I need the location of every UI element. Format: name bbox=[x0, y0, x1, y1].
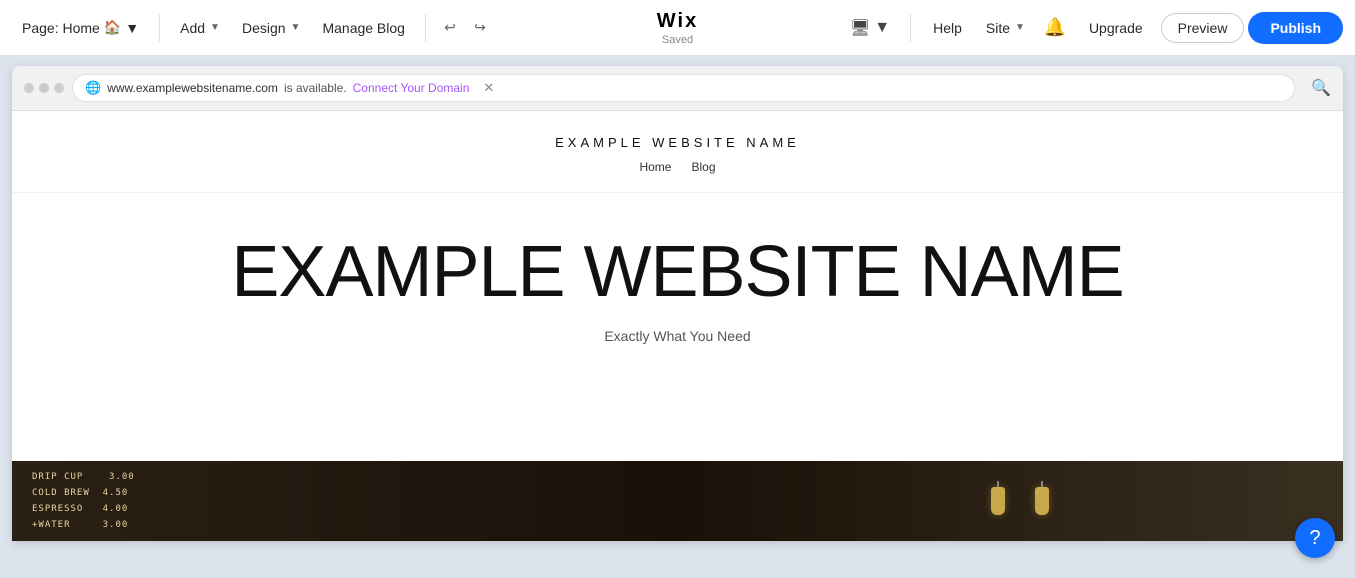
site-title-small: EXAMPLE WEBSITE NAME bbox=[12, 135, 1343, 150]
desktop-icon: 🖥 bbox=[850, 18, 870, 38]
help-button[interactable]: Help bbox=[923, 14, 972, 42]
fab-button[interactable]: ? bbox=[1295, 518, 1335, 558]
fab-icon: ? bbox=[1309, 527, 1320, 550]
page-chevron-icon: ▼ bbox=[125, 20, 139, 36]
undo-redo-group: ↩ ↪ bbox=[436, 14, 494, 42]
divider-2 bbox=[425, 14, 426, 42]
notifications-button[interactable]: 🔔 bbox=[1039, 12, 1071, 44]
site-button[interactable]: Site ▼ bbox=[976, 14, 1035, 42]
divider-3 bbox=[910, 14, 911, 42]
add-button[interactable]: Add ▼ bbox=[170, 14, 230, 42]
bell-icon: 🔔 bbox=[1044, 17, 1066, 38]
add-label: Add bbox=[180, 20, 205, 36]
site-chevron-icon: ▼ bbox=[1015, 22, 1025, 33]
coffee-menu-text: DRIP CUP 3.00 COLD BREW 4.50 ESPRESSO 4.… bbox=[32, 469, 678, 534]
coffee-menu-left: DRIP CUP 3.00 COLD BREW 4.50 ESPRESSO 4.… bbox=[12, 461, 698, 541]
toolbar: Page: Home 🏠 ▼ Add ▼ Design ▼ Manage Blo… bbox=[0, 0, 1355, 56]
nav-home-link[interactable]: Home bbox=[639, 160, 671, 174]
manage-blog-button[interactable]: Manage Blog bbox=[312, 14, 415, 42]
dot-red bbox=[24, 83, 34, 93]
hero-title: EXAMPLE WEBSITE NAME bbox=[52, 233, 1303, 312]
design-label: Design bbox=[242, 20, 286, 36]
website-preview: EXAMPLE WEBSITE NAME Home Blog EXAMPLE W… bbox=[12, 111, 1343, 541]
wix-logo-area: Wix Saved bbox=[657, 10, 698, 46]
coffee-image-bar: DRIP CUP 3.00 COLD BREW 4.50 ESPRESSO 4.… bbox=[12, 461, 1343, 541]
dot-green bbox=[54, 83, 64, 93]
publish-button[interactable]: Publish bbox=[1248, 12, 1343, 44]
browser-window: 🌐 www.examplewebsitename.com is availabl… bbox=[12, 66, 1343, 541]
saved-status: Saved bbox=[662, 34, 693, 46]
globe-icon: 🌐 bbox=[85, 80, 101, 96]
help-label: Help bbox=[933, 20, 962, 36]
lantern-left bbox=[991, 487, 1005, 515]
browser-chrome: 🌐 www.examplewebsitename.com is availabl… bbox=[12, 66, 1343, 111]
publish-label: Publish bbox=[1270, 20, 1321, 36]
design-button[interactable]: Design ▼ bbox=[232, 14, 311, 42]
device-selector-button[interactable]: 🖥 ▼ bbox=[842, 12, 898, 44]
redo-button[interactable]: ↪ bbox=[466, 14, 494, 42]
nav-blog-link[interactable]: Blog bbox=[691, 160, 715, 174]
browser-search-icon[interactable]: 🔍 bbox=[1311, 78, 1331, 98]
device-chevron-icon: ▼ bbox=[874, 19, 890, 37]
address-bar[interactable]: 🌐 www.examplewebsitename.com is availabl… bbox=[72, 74, 1295, 102]
page-selector-button[interactable]: Page: Home 🏠 ▼ bbox=[12, 13, 149, 42]
url-text: www.examplewebsitename.com bbox=[107, 81, 278, 95]
upgrade-label: Upgrade bbox=[1089, 20, 1143, 36]
wix-logo: Wix bbox=[657, 10, 698, 33]
manage-blog-label: Manage Blog bbox=[322, 20, 405, 36]
design-chevron-icon: ▼ bbox=[291, 22, 301, 33]
lantern-right bbox=[1035, 487, 1049, 515]
dot-yellow bbox=[39, 83, 49, 93]
preview-button[interactable]: Preview bbox=[1161, 13, 1245, 43]
coffee-lantern-area bbox=[698, 487, 1344, 515]
upgrade-button[interactable]: Upgrade bbox=[1075, 14, 1157, 42]
available-text: is available. bbox=[284, 81, 347, 95]
hero-subtitle: Exactly What You Need bbox=[52, 328, 1303, 344]
divider-1 bbox=[159, 14, 160, 42]
site-nav: Home Blog bbox=[12, 150, 1343, 184]
site-hero: EXAMPLE WEBSITE NAME Exactly What You Ne… bbox=[12, 193, 1343, 364]
undo-button[interactable]: ↩ bbox=[436, 14, 464, 42]
connect-domain-link[interactable]: Connect Your Domain bbox=[353, 81, 470, 95]
toolbar-right: 🖥 ▼ Help Site ▼ 🔔 Upgrade Preview Publis… bbox=[842, 12, 1343, 44]
page-label: Page: Home bbox=[22, 20, 100, 36]
toolbar-left: Page: Home 🏠 ▼ Add ▼ Design ▼ Manage Blo… bbox=[12, 13, 494, 42]
preview-label: Preview bbox=[1178, 20, 1228, 36]
browser-dots bbox=[24, 83, 64, 93]
site-header: EXAMPLE WEBSITE NAME Home Blog bbox=[12, 111, 1343, 193]
add-chevron-icon: ▼ bbox=[210, 22, 220, 33]
site-label: Site bbox=[986, 20, 1010, 36]
address-bar-close-icon[interactable]: ✕ bbox=[483, 80, 494, 96]
home-icon: 🏠 bbox=[104, 19, 121, 36]
